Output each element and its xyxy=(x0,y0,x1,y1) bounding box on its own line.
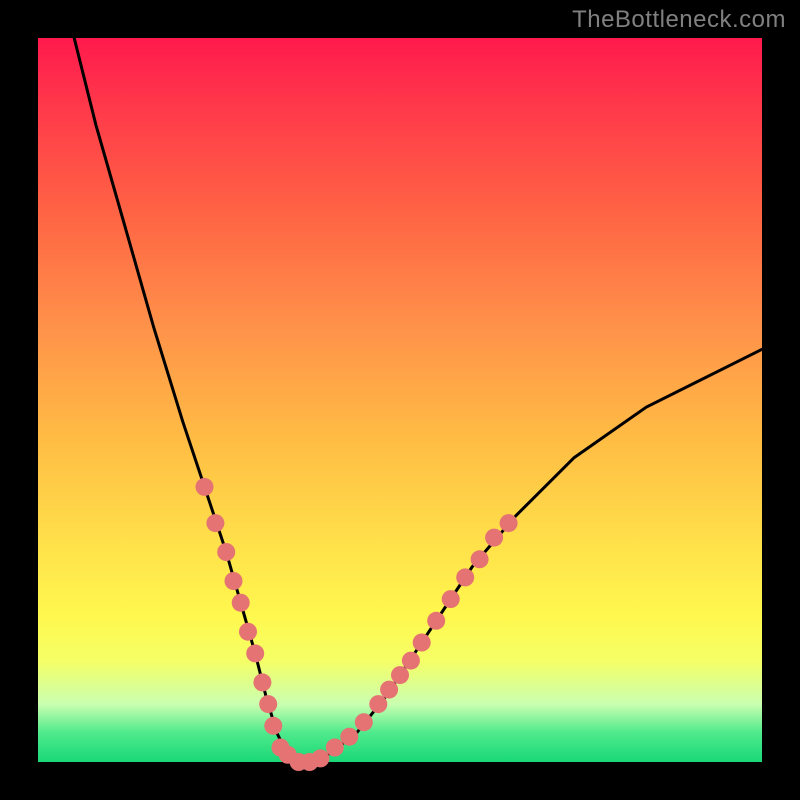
marker-dot xyxy=(427,612,445,630)
marker-dot xyxy=(206,514,224,532)
marker-dot xyxy=(253,673,271,691)
bottleneck-curve xyxy=(74,38,762,762)
marker-dot xyxy=(340,728,358,746)
marker-dot xyxy=(456,568,474,586)
marker-dot xyxy=(225,572,243,590)
curve-layer xyxy=(38,38,762,762)
marker-dot xyxy=(391,666,409,684)
marker-dot xyxy=(369,695,387,713)
marker-dot xyxy=(196,478,214,496)
marker-dot xyxy=(326,739,344,757)
marker-dot xyxy=(471,550,489,568)
marker-dot xyxy=(485,529,503,547)
marker-dot xyxy=(500,514,518,532)
marker-dot xyxy=(442,590,460,608)
marker-dot xyxy=(259,695,277,713)
chart-stage: TheBottleneck.com xyxy=(0,0,800,800)
marker-dot xyxy=(239,623,257,641)
watermark-text: TheBottleneck.com xyxy=(572,6,786,34)
plot-area xyxy=(38,38,762,762)
marker-dot xyxy=(402,652,420,670)
marker-dot xyxy=(246,644,264,662)
marker-dot xyxy=(232,594,250,612)
marker-dot xyxy=(380,681,398,699)
marker-dot xyxy=(264,717,282,735)
marker-dot xyxy=(311,749,329,767)
marker-dot xyxy=(413,634,431,652)
marker-dot xyxy=(355,713,373,731)
marker-dot xyxy=(217,543,235,561)
